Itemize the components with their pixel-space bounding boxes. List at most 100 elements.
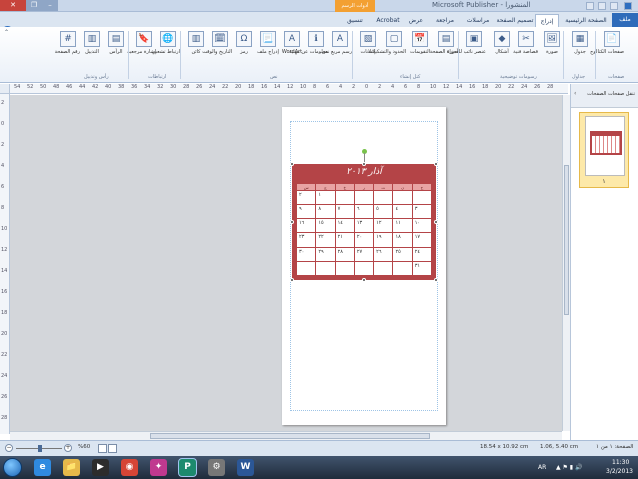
calendar-day-cell[interactable]: ٢٠	[353, 232, 375, 248]
calendar-day-cell[interactable]	[353, 189, 375, 206]
calendar-day-cell[interactable]: ٢٢	[315, 232, 336, 248]
vertical-scroll-thumb[interactable]	[564, 165, 569, 315]
calendar-day-cell[interactable]: ٢	[295, 189, 317, 206]
taskbar-ie-icon[interactable]: e	[34, 459, 51, 476]
clock-time[interactable]: 11:30	[612, 459, 629, 466]
calendar-day-cell[interactable]: ٢٤	[411, 246, 433, 262]
app-icon[interactable]	[624, 2, 632, 10]
draw-textbox-button[interactable]: A رسم مربع نص	[322, 31, 352, 55]
business-info-button[interactable]: ℹ معلومات عن مهنية	[289, 31, 328, 55]
calendar-day-cell[interactable]	[373, 260, 394, 277]
horizontal-scrollbar[interactable]	[10, 431, 562, 440]
calendar-day-cell[interactable]: ١١	[392, 218, 413, 234]
qat-save-icon[interactable]	[586, 2, 594, 10]
calendar-object[interactable]: آذار ٢٠١٣ حنثرخجس ١ ٢ ٣ ٤ ٥ ٦ ٧ ٨ ٩ ١٠ ١١ ١٢ ١٣ ١٤ ١٥ ١…	[292, 164, 436, 280]
resize-handle[interactable]	[362, 162, 366, 166]
calendar-day-cell[interactable]: ٤	[392, 204, 413, 220]
start-button[interactable]	[3, 458, 22, 477]
ribbon-minimize-icon[interactable]: ⌃	[4, 29, 9, 36]
symbol-button[interactable]: Ω رمز	[232, 31, 256, 55]
calendar-day-cell[interactable]: ١٨	[392, 232, 413, 248]
vertical-ruler[interactable]: 2 0 2 4 6 8 10 12 14 16 18 20 22 24 26 28	[0, 94, 10, 434]
calendar-day-cell[interactable]	[334, 260, 355, 277]
page-thumbnail[interactable]: ١	[579, 112, 629, 188]
calendar-day-cell[interactable]: ١٦	[295, 218, 317, 234]
calendar-day-cell[interactable]	[334, 189, 355, 206]
catalog-pages-button[interactable]: 📄 صفحات الكتالوج	[590, 31, 624, 55]
clip-art-button[interactable]: ✂ قصاصة فنية	[513, 31, 538, 55]
calendar-day-cell[interactable]: ١	[315, 189, 336, 206]
calendar-day-cell[interactable]: ١٣	[353, 218, 375, 234]
tab-home[interactable]: الصفحة الرئيسية	[561, 14, 611, 27]
resize-handle[interactable]	[362, 278, 366, 282]
taskbar-publisher-icon[interactable]: P	[178, 458, 197, 477]
zoom-slider-thumb[interactable]	[38, 445, 42, 452]
taskbar-media-icon[interactable]: ▶	[92, 459, 109, 476]
file-tab[interactable]: ملف	[612, 13, 638, 27]
qat-undo-icon[interactable]	[598, 2, 606, 10]
horizontal-ruler[interactable]: 54 52 50 48 46 44 42 40 38 36 34 32 30 28 26 24 22 20 18 16…	[10, 84, 568, 94]
calendar-day-cell[interactable]: ٦	[353, 204, 375, 220]
calendar-day-cell[interactable]	[392, 260, 413, 277]
maximize-button[interactable]: ❐	[26, 0, 42, 11]
calendar-day-cell[interactable]	[373, 189, 394, 206]
calendar-day-cell[interactable]: ١٧	[411, 232, 433, 248]
shapes-button[interactable]: ◆ أشكال	[490, 31, 514, 55]
calendar-day-cell[interactable]: ٥	[373, 204, 394, 220]
calendar-day-cell[interactable]: ١٥	[315, 218, 336, 234]
qat-redo-icon[interactable]	[610, 2, 618, 10]
calendar-day-cell[interactable]: ٣٠	[295, 246, 317, 262]
calendar-day-cell[interactable]: ٢٦	[373, 246, 394, 262]
chevron-left-icon[interactable]: ‹	[574, 90, 576, 97]
minimize-button[interactable]: –	[42, 0, 58, 11]
page-indicator[interactable]: الصفحة: ١ من ١	[596, 444, 633, 450]
calendar-day-cell[interactable]	[295, 260, 317, 277]
clock-date[interactable]: 3/2/2013	[606, 468, 633, 475]
hyperlink-button[interactable]: 🌐 ارتباط تشعبي	[152, 31, 180, 55]
object-button[interactable]: ▥ كائن	[184, 31, 208, 55]
borders-button[interactable]: ▢ الحدود والتشكيلات	[368, 31, 406, 55]
calendar-day-cell[interactable]	[411, 189, 433, 206]
table-button[interactable]: ▦ جدول	[568, 31, 592, 55]
resize-handle[interactable]	[434, 278, 438, 282]
calendar-day-cell[interactable]	[392, 189, 413, 206]
resize-handle[interactable]	[434, 162, 438, 166]
tab-review[interactable]: مراجعة	[430, 14, 460, 27]
resize-handle[interactable]	[434, 220, 438, 224]
language-indicator[interactable]: AR	[538, 464, 546, 471]
calendar-day-cell[interactable]: ٣	[411, 204, 433, 220]
single-page-view-button[interactable]	[98, 444, 107, 453]
taskbar-tool-icon[interactable]: ⚙	[208, 459, 225, 476]
calendar-day-cell[interactable]: ٧	[334, 204, 355, 220]
insert-file-button[interactable]: 📃 إدراج ملف	[256, 31, 280, 55]
picture-button[interactable]: 🖼 صورة	[540, 31, 564, 55]
date-time-button[interactable]: 🗓 التاريخ والوقت	[202, 31, 232, 55]
calendar-day-cell[interactable]: ٢٩	[315, 246, 336, 262]
zoom-in-button[interactable]: +	[64, 444, 72, 452]
tray-icons[interactable]: ▲ ⚑ ▮ 🔊	[556, 464, 583, 471]
tab-format[interactable]: تنسيق	[340, 14, 370, 27]
footer-button[interactable]: ▥ التذييل	[80, 31, 104, 55]
vertical-scrollbar[interactable]	[562, 95, 570, 431]
calendar-day-cell[interactable]: ٩	[295, 204, 317, 220]
calendar-day-cell[interactable]: ١٠	[411, 218, 433, 234]
resize-handle[interactable]	[290, 278, 294, 282]
calendar-day-cell[interactable]: ٨	[315, 204, 336, 220]
resize-handle[interactable]	[290, 162, 294, 166]
calendar-day-cell[interactable]: ٢٣	[295, 232, 317, 248]
calendar-day-cell[interactable]: ٢١	[334, 232, 355, 248]
calendar-day-cell[interactable]: ٢٧	[353, 246, 375, 262]
ads-button[interactable]: ▧ إعلانات	[356, 31, 380, 55]
ruler-corner[interactable]	[0, 84, 10, 94]
calendar-day-cell[interactable]: ١٩	[373, 232, 394, 248]
tab-page-design[interactable]: تصميم الصفحة	[496, 14, 534, 27]
page-parts-button[interactable]: ▤ أجزاء الصفحة	[430, 31, 458, 55]
zoom-level[interactable]: %60	[78, 444, 90, 450]
tab-mailings[interactable]: مراسلات	[462, 14, 494, 27]
close-button[interactable]: ✕	[0, 0, 26, 11]
tab-acrobat[interactable]: Acrobat	[374, 14, 402, 27]
calendar-day-cell[interactable]: ٢٨	[334, 246, 355, 262]
calendar-day-cell[interactable]	[315, 260, 336, 277]
calendar-grid[interactable]: حنثرخجس ١ ٢ ٣ ٤ ٥ ٦ ٧ ٨ ٩ ١٠ ١١ ١٢ ١٣ ١٤ ١٥ ١٦ ١٧ ١٨ ١٩ ٢٠ ٢…	[295, 183, 433, 277]
page-number-button[interactable]: # رقم الصفحة	[55, 31, 80, 55]
